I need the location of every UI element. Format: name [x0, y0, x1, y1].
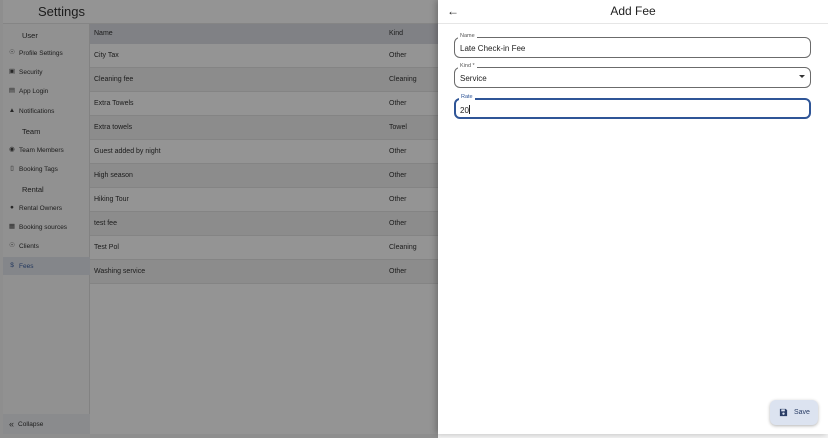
save-button[interactable]: Save: [770, 400, 818, 425]
text-caret: [468, 105, 470, 114]
modal-backdrop[interactable]: [0, 0, 438, 438]
floppy-disk-icon: [779, 408, 788, 417]
rate-field-value: 20: [460, 106, 469, 115]
drawer-header: ← Add Fee: [438, 0, 828, 24]
save-button-label: Save: [794, 409, 810, 416]
rate-field-value-wrap: 20: [460, 105, 470, 115]
kind-select-label: Kind *: [458, 63, 477, 70]
kind-select-value: Service: [460, 74, 487, 83]
name-field-label: Name: [458, 33, 477, 40]
add-fee-drawer: ← Add Fee Name Late Check-in Fee Kind * …: [438, 0, 828, 434]
drawer-title: Add Fee: [610, 4, 656, 18]
dropdown-arrow-icon: [799, 75, 805, 78]
name-field[interactable]: Name Late Check-in Fee: [454, 33, 811, 58]
kind-select[interactable]: Kind * Service: [454, 63, 811, 88]
rate-field-label: Rate: [459, 94, 475, 101]
rate-field[interactable]: Rate 20: [454, 94, 811, 119]
name-field-value: Late Check-in Fee: [460, 44, 526, 53]
